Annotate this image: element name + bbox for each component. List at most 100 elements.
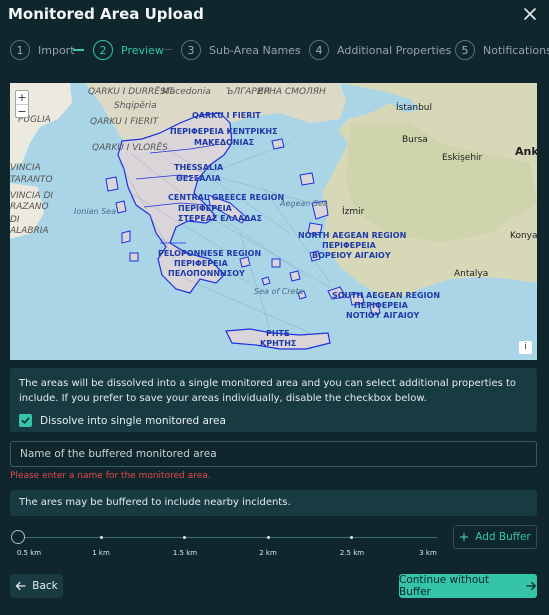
step-label: Notifications [483, 43, 549, 57]
map-label: ΠΕΡΙΦΕΡΕΙΑ ΚΕΝΤΡΙΚΗΣ [170, 127, 278, 136]
slider-track[interactable] [17, 537, 437, 538]
buffer-description: The ares may be buffered to include near… [19, 497, 291, 508]
map-label: ΝΟΤΙΟΥ ΑΙΓΑΙΟΥ [346, 311, 420, 320]
map-label: RAZANO [10, 202, 49, 212]
map-label: THESSALIA [174, 163, 224, 172]
map-label: ΣΤΕΡΕΑΣ ΕΛΛΑΔΑΣ [178, 214, 263, 223]
map-label: ΘΕΣΣΑΛΙΑ [176, 174, 221, 183]
map-label: ALABRIA [10, 226, 49, 236]
map-label: ЕРНА СМОЛЯН [258, 87, 326, 97]
step-label: Import [38, 43, 75, 57]
step-number: 4 [309, 40, 329, 60]
map-label: Antalya [454, 269, 489, 279]
continue-without-buffer-button[interactable]: Continue without Buffer [399, 574, 537, 598]
map-label: Aegean Sea [280, 199, 328, 208]
slider-tick-label: 0.5 km [16, 549, 42, 557]
map-label: QARKU I FIERIT [192, 111, 261, 120]
map-label: QARKU I VLORËS [92, 143, 168, 153]
step-import[interactable]: 1 Import [10, 39, 75, 61]
back-button[interactable]: Back [10, 574, 63, 598]
dissolve-panel: The areas will be dissolved into a singl… [10, 368, 537, 432]
map-label: ΡΗΤΕ [266, 329, 290, 338]
slider-handle[interactable] [11, 530, 25, 544]
step-label: Additional Properties [337, 43, 452, 57]
continue-label: Continue without Buffer [399, 574, 490, 598]
map-preview[interactable]: QARKU I DURRËSIT Macedonia ЪЛГАРИЯ ЕРНА … [10, 83, 537, 360]
step-notifications[interactable]: 5 Notifications [455, 39, 549, 61]
step-label: Preview [121, 43, 164, 57]
slider-tick-label: 2 km [259, 549, 277, 557]
slider-tick-label: 1 km [92, 549, 110, 557]
dialog-title: Monitored Area Upload [8, 5, 204, 23]
map-label: QARKU I DURRËSIT [88, 87, 174, 97]
slider-tick-label: 1.5 km [172, 549, 198, 557]
step-connector [436, 49, 446, 50]
map-label: Bursa [402, 135, 428, 145]
dissolve-checkbox[interactable] [19, 414, 32, 427]
step-sub-area-names[interactable]: 3 Sub-Area Names [181, 39, 301, 61]
step-preview[interactable]: 2 Preview [93, 39, 164, 61]
step-connector [291, 49, 301, 50]
step-connector [162, 49, 172, 50]
step-connector [73, 49, 84, 51]
map-label: ΠΕΡΙΦΕΡΕΙΑ [174, 259, 228, 268]
map-label: QARKU I FIERIT [90, 117, 159, 127]
map-label: PELOPONNESE REGION [158, 249, 262, 258]
step-additional-properties[interactable]: 4 Additional Properties [309, 39, 451, 61]
close-icon[interactable] [521, 5, 539, 23]
slider-tick-label: 2.5 km [339, 549, 365, 557]
stepper: 1 Import 2 Preview 3 Sub-Area Names 4 Ad… [10, 39, 549, 63]
map-label: NORTH AEGEAN REGION [298, 231, 407, 240]
add-buffer-label: Add Buffer [475, 531, 531, 543]
arrow-left-icon [16, 581, 26, 591]
plus-icon [460, 533, 469, 541]
map-label: Ank [515, 145, 537, 158]
zoom-control: + − [15, 90, 29, 118]
slider-tick [267, 536, 270, 539]
map-info-button[interactable]: i [519, 341, 532, 354]
map-label: ΠΕΡΙΦΕΡΕΙΑ [322, 241, 376, 250]
slider-tick [100, 536, 103, 539]
map-label: VINCIA DI [10, 191, 54, 201]
slider-tick-label: 3 km [419, 549, 437, 557]
map-label: VINCIA [10, 163, 41, 173]
map-label: ΚΡΗΤΗΣ [260, 339, 297, 348]
step-number: 2 [93, 40, 113, 60]
dissolve-checkbox-row[interactable]: Dissolve into single monitored area [19, 414, 528, 427]
zoom-out-button[interactable]: − [16, 104, 28, 118]
map-label: İzmir [342, 207, 365, 217]
slider-tick [350, 536, 353, 539]
step-label: Sub-Area Names [209, 43, 301, 57]
map-label: Macedonia [162, 87, 211, 97]
map-label: Konya [510, 231, 537, 241]
map-label: TARANTO [10, 175, 53, 185]
name-error-message: Please enter a name for the monitored ar… [10, 471, 211, 481]
step-number: 5 [455, 40, 475, 60]
check-icon [21, 417, 30, 424]
map-label: Sea of Crete [254, 287, 304, 296]
step-number: 1 [10, 40, 30, 60]
monitored-area-name-input[interactable] [10, 441, 537, 467]
map-label: Eskişehir [442, 153, 483, 163]
map-label: Shqipëria [114, 101, 157, 111]
slider-tick [183, 536, 186, 539]
back-label: Back [32, 580, 58, 592]
map-label: ΜΑΚΕΔΟΝΙΑΣ [194, 138, 255, 147]
map-label: ΠΕΡΙΦΕΡΕΙΑ [178, 204, 232, 213]
dissolve-checkbox-label: Dissolve into single monitored area [40, 414, 226, 427]
map-label: İstanbul [396, 103, 433, 113]
buffer-slider[interactable]: 0.5 km 1 km 1.5 km 2 km 2.5 km 3 km [11, 528, 439, 562]
arrow-right-icon [526, 581, 537, 591]
map-label: ΒΟΡΕΙΟΥ ΑΙΓΑΙΟΥ [312, 251, 391, 260]
map-label: Ionian Sea [74, 207, 116, 216]
add-buffer-button[interactable]: Add Buffer [453, 525, 537, 549]
buffer-panel: The ares may be buffered to include near… [10, 490, 537, 516]
map-label: SOUTH AEGEAN REGION [332, 291, 441, 300]
map-label: DI [10, 215, 20, 225]
zoom-in-button[interactable]: + [16, 91, 28, 104]
dissolve-description: The areas will be dissolved into a singl… [19, 378, 517, 404]
map-label: ΠΕΡΙΦΕΡΕΙΑ [354, 301, 408, 310]
map-label: CENTRAL GREECE REGION [168, 193, 285, 202]
step-number: 3 [181, 40, 201, 60]
map-label: ΠΕΛΟΠΟΝΝΗΣΟΥ [168, 269, 245, 278]
